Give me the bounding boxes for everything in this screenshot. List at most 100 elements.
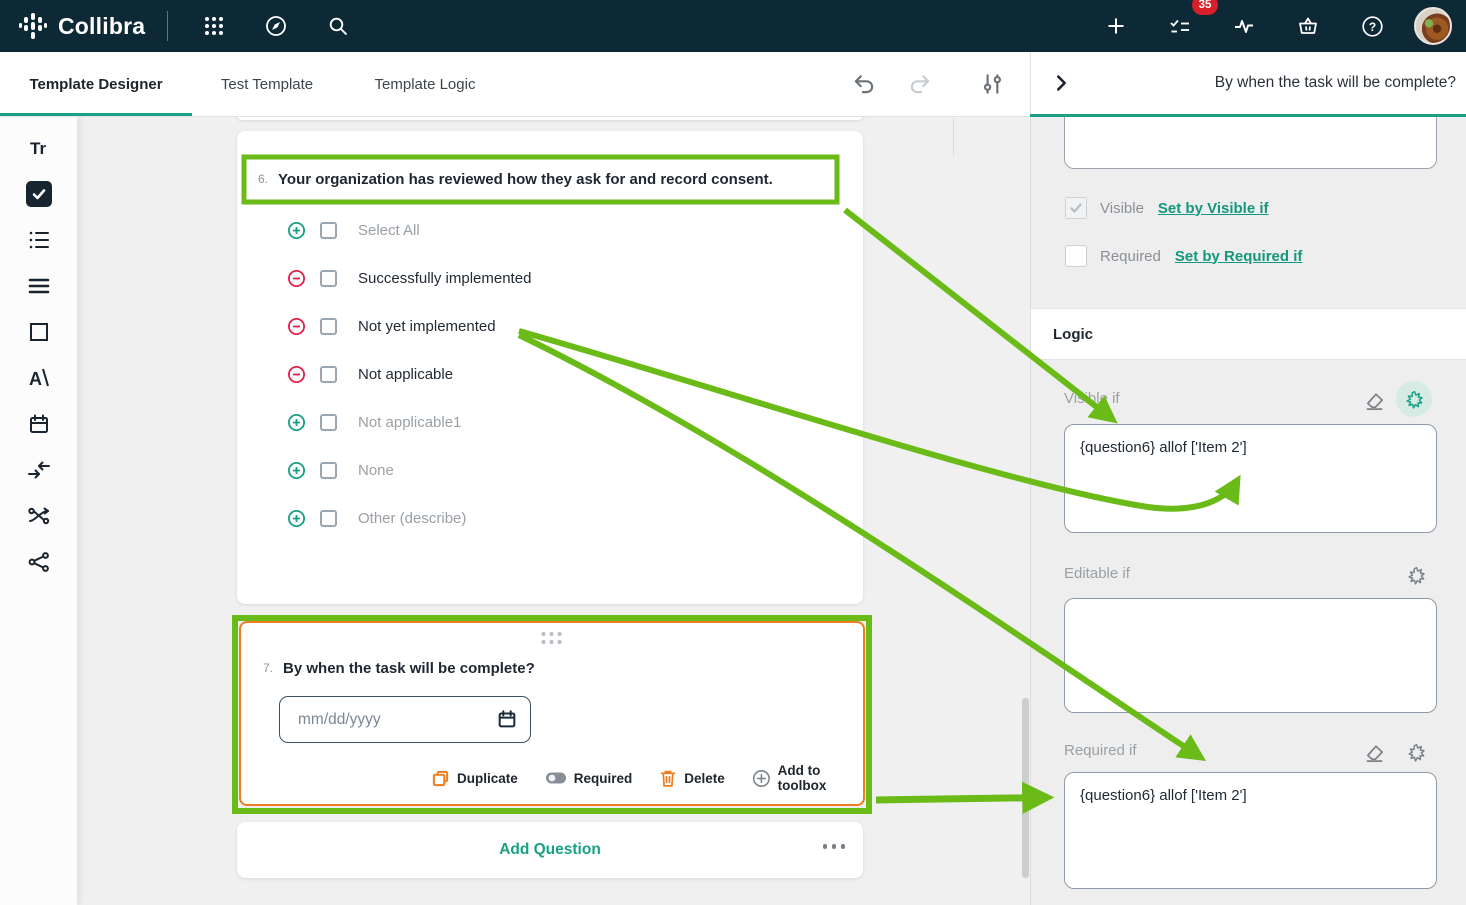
more-menu-icon[interactable]: [823, 844, 846, 849]
tab-template-designer[interactable]: Template Designer: [0, 52, 192, 116]
editable-if-label: Editable if: [1064, 565, 1130, 582]
add-question-button[interactable]: Add Question: [499, 841, 601, 859]
redo-icon[interactable]: [899, 63, 941, 105]
previous-question-card-edge[interactable]: [237, 117, 863, 120]
canvas-scrollbar[interactable]: [1022, 698, 1029, 878]
question6-number: 6.: [258, 172, 268, 186]
question6-card[interactable]: 6. Your organization has reviewed how th…: [237, 131, 863, 604]
remove-option-icon[interactable]: [287, 269, 306, 288]
option-label: Not yet implemented: [358, 318, 496, 335]
option-label: Not applicable: [358, 366, 453, 383]
logic-heading: Logic: [1031, 326, 1093, 343]
tab-template-logic[interactable]: Template Logic: [346, 52, 504, 116]
required-checkbox[interactable]: [1065, 245, 1087, 267]
multiple-choice-tool-icon[interactable]: [26, 227, 52, 253]
date-input[interactable]: [279, 696, 531, 743]
tasks-icon[interactable]: 35: [1158, 4, 1202, 48]
option-label: Not applicable1: [358, 414, 461, 431]
option-checkbox[interactable]: [320, 366, 337, 383]
search-icon[interactable]: [316, 4, 360, 48]
option-checkbox[interactable]: [320, 462, 337, 479]
checkbox-question-tool-icon[interactable]: [26, 181, 52, 207]
question-text-field[interactable]: [1064, 117, 1437, 169]
text-question-tool-icon[interactable]: Tr: [26, 135, 52, 161]
drag-handle[interactable]: [542, 632, 563, 645]
marketplace-basket-icon[interactable]: [1286, 4, 1330, 48]
visible-if-eraser-icon[interactable]: [1362, 388, 1386, 412]
visible-if-magic-icon[interactable]: [1396, 381, 1432, 417]
required-if-eraser-icon[interactable]: [1362, 740, 1386, 764]
required-if-magic-icon[interactable]: [1404, 740, 1428, 764]
required-toggle-label: Required: [574, 771, 633, 786]
set-by-visible-if-link[interactable]: Set by Visible if: [1158, 200, 1269, 217]
create-plus-icon[interactable]: [1094, 4, 1138, 48]
user-avatar[interactable]: [1414, 7, 1452, 45]
option-row[interactable]: Select All: [287, 206, 531, 254]
add-option-icon[interactable]: [287, 413, 306, 432]
merge-arrows-tool-icon[interactable]: [26, 457, 52, 483]
editable-if-expression[interactable]: [1064, 598, 1437, 713]
font-validation-tool-icon[interactable]: A: [26, 365, 52, 391]
remove-option-icon[interactable]: [287, 317, 306, 336]
visible-checkbox[interactable]: [1065, 197, 1087, 219]
option-label: Select All: [358, 222, 420, 239]
calendar-icon[interactable]: [496, 708, 518, 730]
add-question-card: Add Question: [237, 822, 863, 878]
toggle-off-icon: [545, 771, 567, 785]
option-checkbox[interactable]: [320, 510, 337, 527]
active-tab-underline: [0, 113, 192, 116]
option-checkbox[interactable]: [320, 318, 337, 335]
option-checkbox[interactable]: [320, 222, 337, 239]
activity-pulse-icon[interactable]: [1222, 4, 1266, 48]
question7-title: By when the task will be complete?: [283, 660, 535, 677]
collibra-brand[interactable]: Collibra: [0, 11, 145, 41]
option-row[interactable]: Not yet implemented: [287, 302, 531, 350]
add-to-toolbox-button[interactable]: Add to toolbox: [752, 763, 863, 793]
svg-text:A: A: [29, 369, 42, 389]
help-icon[interactable]: ?: [1350, 4, 1394, 48]
browse-compass-icon[interactable]: [254, 4, 298, 48]
option-label: None: [358, 462, 394, 479]
question7-card[interactable]: 7. By when the task will be complete? Du…: [239, 621, 865, 806]
undo-icon[interactable]: [843, 63, 885, 105]
box-section-tool-icon[interactable]: [26, 319, 52, 345]
duplicate-label: Duplicate: [457, 771, 518, 786]
visible-label: Visible: [1100, 200, 1144, 217]
option-row[interactable]: Not applicable: [287, 350, 531, 398]
remove-option-icon[interactable]: [287, 365, 306, 384]
set-by-required-if-link[interactable]: Set by Required if: [1175, 248, 1303, 265]
visible-if-expression[interactable]: {question6} allof ['Item 2']: [1064, 424, 1437, 533]
delete-button[interactable]: Delete: [659, 769, 725, 788]
paragraph-tool-icon[interactable]: [26, 273, 52, 299]
required-toggle-button[interactable]: Required: [545, 771, 633, 786]
option-row[interactable]: Other (describe): [287, 494, 531, 542]
editable-if-magic-icon[interactable]: [1404, 563, 1428, 587]
delete-label: Delete: [684, 771, 725, 786]
panel-question-title: By when the task will be complete?: [1215, 74, 1466, 92]
option-label: Other (describe): [358, 510, 466, 527]
required-if-expression[interactable]: {question6} allof ['Item 2']: [1064, 772, 1437, 889]
right-panel-header: By when the task will be complete?: [1030, 52, 1466, 114]
required-if-label: Required if: [1064, 742, 1137, 759]
add-circle-icon: [752, 768, 771, 789]
option-checkbox[interactable]: [320, 270, 337, 287]
required-label: Required: [1100, 248, 1161, 265]
collapse-panel-chevron-icon[interactable]: [1041, 63, 1081, 103]
add-option-icon[interactable]: [287, 221, 306, 240]
tab-test-template[interactable]: Test Template: [192, 52, 342, 116]
app-grid-icon[interactable]: [192, 4, 236, 48]
option-checkbox[interactable]: [320, 414, 337, 431]
option-row[interactable]: None: [287, 446, 531, 494]
shuffle-tool-icon[interactable]: [26, 503, 52, 529]
add-option-icon[interactable]: [287, 509, 306, 528]
option-row[interactable]: Successfully implemented: [287, 254, 531, 302]
duplicate-button[interactable]: Duplicate: [431, 769, 518, 788]
date-tool-icon[interactable]: [26, 411, 52, 437]
share-branch-tool-icon[interactable]: [26, 549, 52, 575]
template-canvas: 6. Your organization has reviewed how th…: [77, 117, 1030, 905]
add-to-toolbox-label: Add to toolbox: [778, 763, 863, 793]
add-option-icon[interactable]: [287, 461, 306, 480]
tasks-badge: 35: [1192, 0, 1218, 15]
settings-sliders-icon[interactable]: [972, 63, 1014, 105]
option-row[interactable]: Not applicable1: [287, 398, 531, 446]
